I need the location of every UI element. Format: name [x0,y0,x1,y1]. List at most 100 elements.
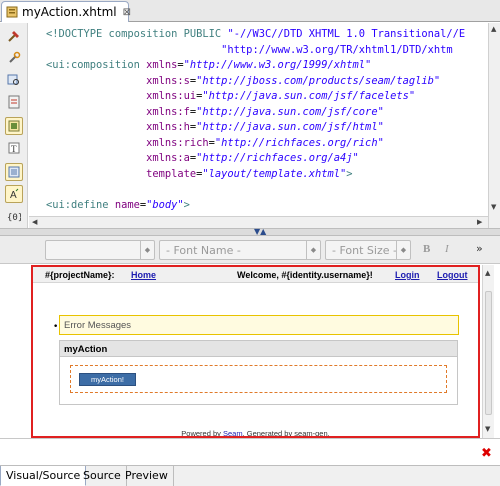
welcome-text: Welcome, #{identity.username}! [237,270,373,280]
bold-button[interactable]: B [423,243,430,255]
action-form: myAction! [70,365,447,393]
code-token: "http://richfaces.org/rich" [214,136,384,149]
code-line: "http://www.w3.org/TR/xhtml1/DTD/xhtm [46,43,465,59]
svg-text:{0}: {0} [7,213,21,222]
find-icon[interactable] [5,71,23,89]
editor-tab-bar: myAction.xhtml ⊠ [0,0,500,22]
code-line: xmlns:f="http://java.sun.com/jsf/core" [46,105,465,121]
logout-link[interactable]: Logout [437,270,468,280]
scroll-down-arrow-icon[interactable]: ▼ [491,203,496,211]
source-vertical-scrollbar[interactable]: ▲ ▼ [488,23,500,228]
preview-header: #{projectName}: Home Welcome, #{identity… [33,267,478,283]
tab-preview[interactable]: Preview [120,466,174,486]
seam-link[interactable]: Seam [223,429,243,436]
code-token: > [183,198,190,211]
panel-icon[interactable] [5,117,23,135]
format-toolbar: ◆ - Font Name - ◆ - Font Size - ◆ B I » [0,236,500,264]
source-code: <!DOCTYPE composition PUBLIC "-//W3C//DT… [46,27,465,228]
layout-icon[interactable] [5,163,23,181]
preview-footer: Powered by Seam. Generated by seam-gen. [33,429,478,438]
code-token: xmlns:s [146,74,190,87]
svg-text:T: T [11,144,17,154]
code-line: xmlns:s="http://jboss.com/products/seam/… [46,74,465,90]
spinner-arrows-icon[interactable]: ◆ [396,241,410,259]
spinner-arrows-icon[interactable]: ◆ [140,241,154,259]
code-line: xmlns:a="http://richfaces.org/a4j" [46,151,465,167]
close-icon[interactable]: ⊠ [123,7,131,18]
scroll-down-arrow-icon[interactable]: ▼ [485,425,490,433]
code-token: "layout/template.xhtml" [202,167,347,180]
code-token: "http://java.sun.com/jsf/core" [196,105,384,118]
code-token: xmlns [146,59,178,71]
code-line: xmlns:ui="http://java.sun.com/jsf/facele… [46,89,465,105]
editor-tab-myaction[interactable]: myAction.xhtml ⊠ [1,1,131,22]
xhtml-file-icon [6,6,18,18]
code-token: xmlns:a [146,152,190,164]
panel-title: myAction [60,341,457,357]
error-icon[interactable]: ✖ [481,446,492,461]
bullet-icon: • [53,322,59,332]
code-token: <ui:composition [46,59,147,71]
font-name-combo[interactable]: - Font Name - ◆ [159,240,321,260]
scroll-thumb[interactable] [485,291,492,415]
text-icon[interactable]: T [5,139,23,157]
code-token: "http://java.sun.com/jsf/facelets" [202,90,416,102]
code-token: "http://java.sun.com/jsf/html" [196,121,384,133]
wrench-icon[interactable] [5,49,23,67]
code-token: "-//W3C//DTD XHTML 1.0 Transitional//E [227,28,466,40]
my-action-button[interactable]: myAction! [79,373,136,386]
font-size-combo[interactable]: - Font Size - ◆ [325,240,411,260]
insert-tag-icon[interactable] [5,93,23,111]
code-token: xmlns:h [146,121,190,133]
code-line: xmlns:rich="http://richfaces.org/rich" [46,136,465,152]
italic-button[interactable]: I [445,243,449,255]
code-line: <ui:define name="body"> [46,198,465,214]
error-messages: Error Messages [59,315,459,335]
scroll-left-arrow-icon[interactable]: ◀ [32,218,37,226]
visual-preview[interactable]: #{projectName}: Home Welcome, #{identity… [31,265,480,438]
preview-vertical-scrollbar[interactable]: ▲ ▼ [482,265,494,438]
tools-icon[interactable] [5,27,23,45]
divider [0,438,500,439]
code-token: <ui:define [46,198,115,211]
scroll-up-arrow-icon[interactable]: ▲ [491,25,496,33]
editor-tab-label: myAction.xhtml [22,5,117,19]
split-sash[interactable]: ▼▲ [0,227,500,236]
code-token: "http://www.w3.org/1999/xhtml" [183,59,372,71]
code-line: xmlns:h="http://java.sun.com/jsf/html" [46,120,465,136]
code-line: <ui:composition xmlns="http://www.w3.org… [46,58,465,74]
action-panel: myAction myAction! [59,340,458,405]
editor-mode-tabs: Visual/Source Source Preview [0,465,500,486]
code-token: PUBLIC [183,28,228,40]
project-name: #{projectName}: [45,270,115,280]
spinner-arrows-icon[interactable]: ◆ [306,241,320,259]
footer-suffix: . Generated by seam-gen. [242,429,330,438]
el-expression-icon[interactable]: {0} [5,207,23,225]
login-link[interactable]: Login [395,270,420,280]
scroll-right-arrow-icon[interactable]: ▶ [477,218,482,226]
code-token: "http://www.w3.org/TR/xhtml1/DTD/xhtm [46,43,453,56]
svg-text:A: A [10,190,17,200]
home-link[interactable]: Home [131,270,156,280]
palette-toolbar: T A {0} [0,23,28,228]
code-token: <!DOCTYPE composition [46,28,184,40]
collapse-arrows-icon[interactable]: ▼▲ [254,227,266,236]
font-name-value: - Font Name - [166,244,241,257]
style-format-combo[interactable]: ◆ [45,240,155,260]
tab-visual-source[interactable]: Visual/Source [0,466,87,486]
font-size-value: - Font Size - [332,244,397,257]
style-icon[interactable]: A [5,185,23,203]
code-line: <!DOCTYPE composition PUBLIC "-//W3C//DT… [46,27,465,43]
code-token: xmlns:ui [146,90,197,102]
code-token: "http://richfaces.org/a4j" [196,152,359,164]
scroll-up-arrow-icon[interactable]: ▲ [485,269,490,277]
code-line: template="layout/template.xhtml"> [46,167,465,183]
code-token: template [146,167,197,180]
toolbar-overflow-button[interactable]: » [476,242,483,255]
source-editor[interactable]: <!DOCTYPE composition PUBLIC "-//W3C//DT… [29,23,488,228]
